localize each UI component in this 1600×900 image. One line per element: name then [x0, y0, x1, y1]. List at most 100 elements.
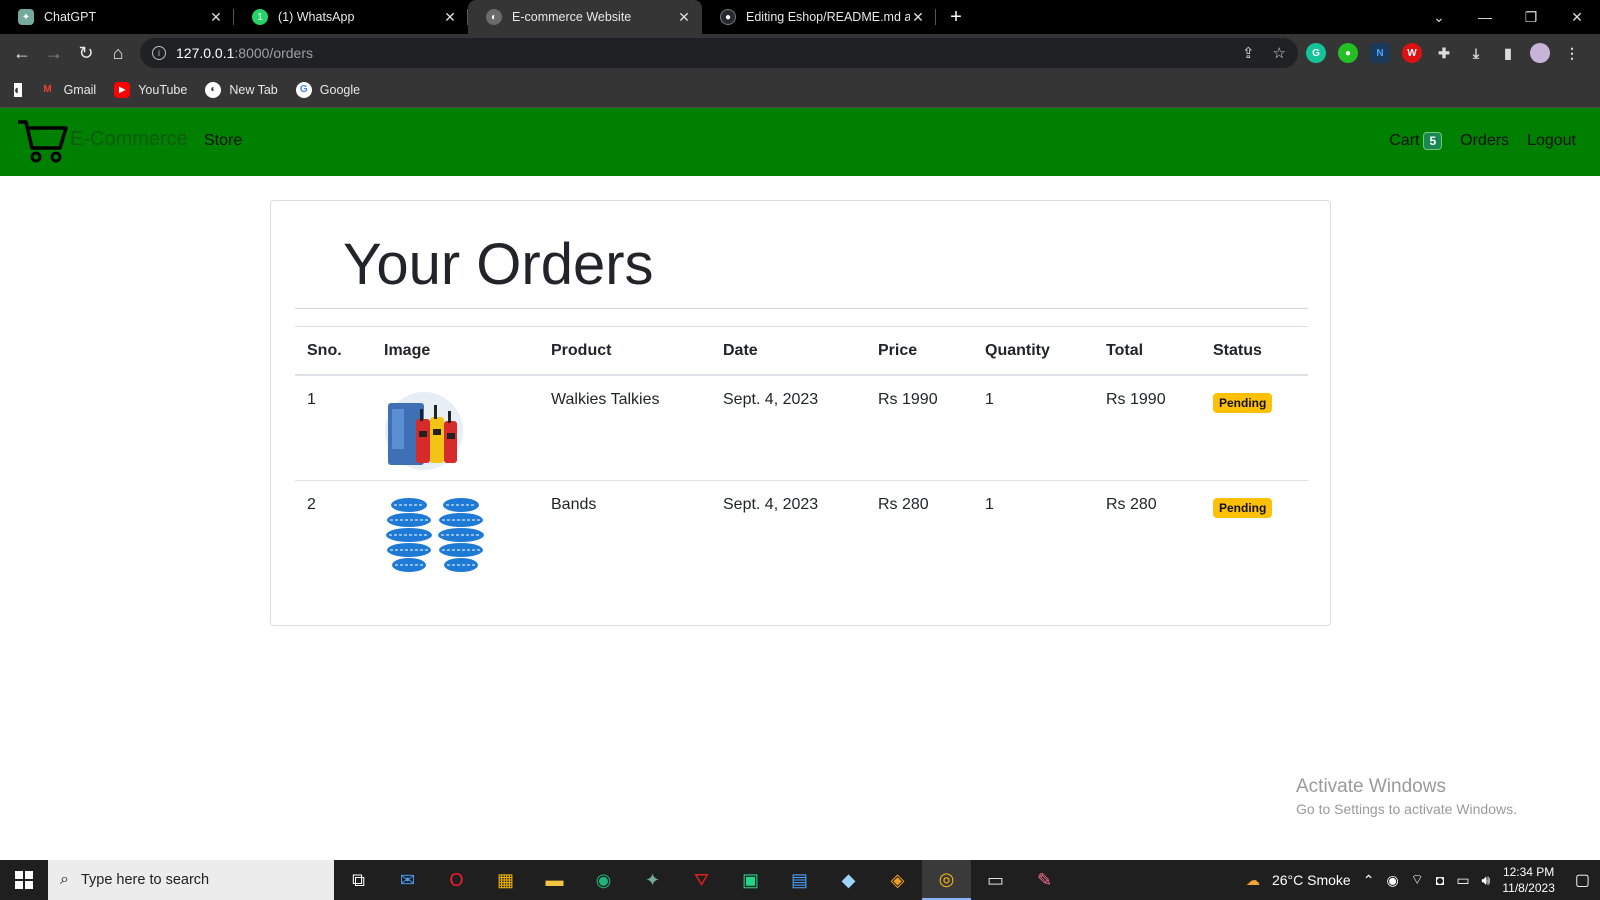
- meet-icon[interactable]: ◘: [1436, 872, 1444, 888]
- extension-n-icon[interactable]: N: [1370, 43, 1390, 63]
- tab-whatsapp[interactable]: 1 (1) WhatsApp ✕: [234, 0, 468, 34]
- cell-quantity: 1: [985, 495, 994, 513]
- tab-ecommerce[interactable]: ◐ E-commerce Website ✕: [468, 0, 702, 34]
- col-header: Total: [1094, 326, 1201, 376]
- globe-icon: ◐: [486, 9, 502, 25]
- volume-icon[interactable]: 🔊︎: [1482, 872, 1491, 889]
- chevron-up-icon[interactable]: ⌃: [1363, 872, 1375, 889]
- watermark-subtitle: Go to Settings to activate Windows.: [1296, 801, 1517, 817]
- notification-icon[interactable]: ▢: [1575, 870, 1590, 890]
- git-icon[interactable]: ◈: [873, 860, 922, 900]
- chatgpt-app-icon[interactable]: ✦: [628, 860, 677, 900]
- close-window-icon[interactable]: ✕: [1554, 0, 1600, 34]
- cell-total: Rs 280: [1106, 495, 1157, 513]
- restore-icon[interactable]: ❐: [1508, 0, 1554, 34]
- chrome-icon[interactable]: ◎: [922, 860, 971, 900]
- nav-logout[interactable]: Logout: [1527, 132, 1576, 150]
- system-tray: ☁ 26°C Smoke ⌃ ◉ ⌔ ◘ ▭ 🔊︎ 12:34 PM 11/8/…: [1246, 860, 1600, 900]
- bookmarks-bar: ◐ M Gmail ▶ YouTube ◐ New Tab G Google: [0, 72, 1600, 108]
- clock-time: 12:34 PM: [1502, 865, 1555, 879]
- cell-status: Pending: [1201, 375, 1308, 481]
- cart-logo-icon: [18, 120, 68, 163]
- bookmark-youtube[interactable]: ▶ YouTube: [114, 81, 188, 98]
- tab-chatgpt[interactable]: ✦ ChatGPT ✕: [0, 0, 234, 34]
- status-badge: Pending: [1213, 497, 1273, 518]
- cell-date: Sept. 4, 2023: [723, 495, 819, 513]
- notes-icon[interactable]: ◆: [824, 860, 873, 900]
- tab-title: (1) WhatsApp: [278, 10, 355, 24]
- info-icon[interactable]: i: [152, 46, 166, 60]
- clock-date: 11/8/2023: [1502, 881, 1555, 895]
- wifi-icon[interactable]: ⌔: [1411, 871, 1424, 889]
- cell-price: Rs 280: [878, 495, 929, 513]
- paint-icon[interactable]: ✎: [1020, 860, 1069, 900]
- opera-icon[interactable]: O: [432, 860, 481, 900]
- col-header: Sno.: [295, 326, 372, 376]
- windows-start-icon[interactable]: [0, 860, 48, 900]
- nav-orders[interactable]: Orders: [1460, 132, 1509, 150]
- page-title: Your Orders: [343, 232, 654, 297]
- nav-cart[interactable]: Cart 5: [1389, 132, 1443, 150]
- globe-icon: ◐: [205, 81, 222, 98]
- tab-search-icon[interactable]: ⌄: [1416, 0, 1462, 34]
- back-icon[interactable]: ←: [6, 37, 38, 69]
- extension-green-icon[interactable]: ●: [1338, 43, 1358, 63]
- nav-right: Cart 5 Orders Logout: [1389, 132, 1576, 150]
- tab-github[interactable]: ● Editing Eshop/README.md at m ✕: [702, 0, 936, 34]
- battery-icon[interactable]: ▭: [1456, 872, 1469, 889]
- acrobat-icon[interactable]: ⛛: [677, 860, 726, 900]
- reload-icon[interactable]: ↻: [70, 37, 102, 69]
- bookmark-newtab[interactable]: ◐ New Tab: [205, 81, 278, 98]
- download-icon[interactable]: ⤓: [1466, 43, 1486, 63]
- pycharm-icon[interactable]: ▣: [726, 860, 775, 900]
- puzzle-icon[interactable]: ✚: [1434, 43, 1454, 63]
- extensions-area: G ● N W ✚ ⤓ ▮ ⋮: [1306, 38, 1582, 68]
- grammarly-icon[interactable]: G: [1306, 43, 1326, 63]
- close-icon[interactable]: ✕: [208, 9, 224, 26]
- watermark-title: Activate Windows: [1296, 776, 1446, 797]
- close-icon[interactable]: ✕: [442, 9, 458, 26]
- address-bar[interactable]: i 127.0.0.1:8000/orders ⇪ ☆: [140, 38, 1298, 68]
- close-icon[interactable]: ✕: [910, 9, 926, 26]
- brand-link[interactable]: E-Commerce: [16, 116, 188, 164]
- home-icon[interactable]: ⌂: [102, 37, 134, 69]
- bookmark-gmail[interactable]: M Gmail: [40, 82, 96, 98]
- walkie-talkies-image: [385, 392, 463, 470]
- new-tab-button[interactable]: +: [936, 0, 976, 34]
- youtube-icon: ▶: [114, 81, 131, 98]
- bookmark-google[interactable]: G Google: [295, 81, 360, 98]
- file-explorer-icon[interactable]: ▬: [530, 860, 579, 900]
- share-icon[interactable]: ⇪: [1242, 44, 1255, 62]
- star-icon[interactable]: ☆: [1273, 44, 1286, 62]
- weather-icon[interactable]: ☁: [1246, 872, 1260, 889]
- bookmark-label: YouTube: [138, 82, 188, 97]
- avatar[interactable]: [1530, 43, 1550, 63]
- forward-icon[interactable]: →: [38, 37, 70, 69]
- col-header: Product: [539, 326, 711, 376]
- table-row: 1 Walkies Talkies Sept. 4, 2023 Rs 1990 …: [295, 375, 1308, 481]
- menu-icon[interactable]: ⋮: [1562, 43, 1582, 63]
- minimize-icon[interactable]: —: [1462, 0, 1508, 34]
- cell-image: [372, 480, 539, 585]
- nav-store[interactable]: Store: [204, 132, 242, 150]
- table-header-row: Sno. Image Product Date Price Quantity T…: [295, 326, 1308, 376]
- weather-text[interactable]: 26°C Smoke: [1272, 872, 1351, 888]
- control-panel-icon[interactable]: ▤: [775, 860, 824, 900]
- apps-icon[interactable]: ◐: [14, 82, 22, 97]
- taskbar-search[interactable]: ⌕ Type here to search: [48, 860, 334, 900]
- cell-product: Walkies Talkies: [539, 375, 711, 481]
- terminal-icon[interactable]: ▭: [971, 860, 1020, 900]
- edge-icon[interactable]: ◉: [579, 860, 628, 900]
- cart-label: Cart: [1389, 132, 1420, 149]
- sidepanel-icon[interactable]: ▮: [1498, 43, 1518, 63]
- task-view-icon[interactable]: ⧉: [334, 860, 383, 900]
- close-icon[interactable]: ✕: [676, 9, 692, 26]
- extension-red-icon[interactable]: W: [1402, 43, 1422, 63]
- clock[interactable]: 12:34 PM 11/8/2023: [1502, 864, 1555, 896]
- bookmark-label: New Tab: [229, 82, 278, 97]
- gmail-icon: M: [43, 84, 52, 95]
- browser-tab-bar: ✦ ChatGPT ✕ 1 (1) WhatsApp ✕ ◐ E-commerc…: [0, 0, 1600, 34]
- mail-icon[interactable]: ✉: [383, 860, 432, 900]
- store-icon[interactable]: ▦: [481, 860, 530, 900]
- record-icon[interactable]: ◉: [1386, 872, 1398, 889]
